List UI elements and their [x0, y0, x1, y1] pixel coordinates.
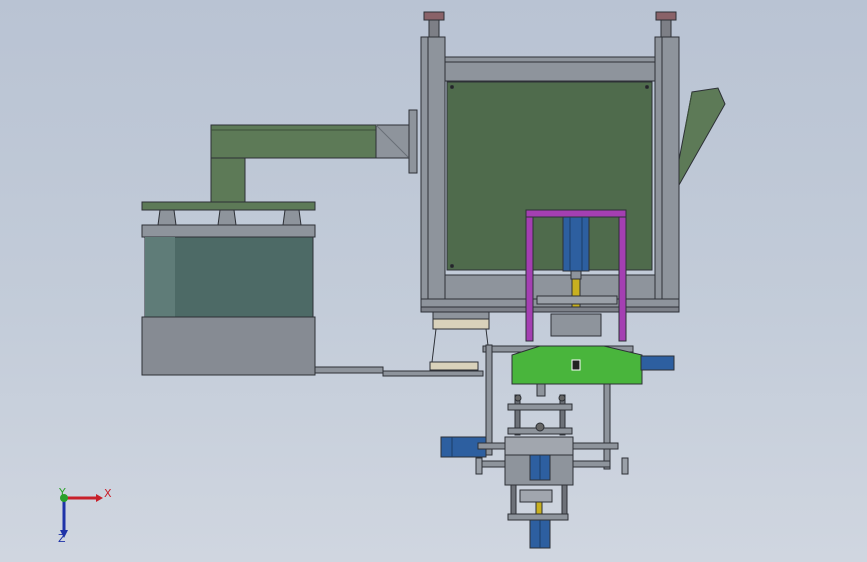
leveling-foot-right — [655, 11, 677, 21]
tan-block-upper — [432, 318, 490, 330]
frame-top-beam — [444, 56, 656, 82]
leveling-foot-left — [423, 11, 445, 21]
axis-y-label: Y — [58, 486, 66, 499]
axis-z-label: Z — [58, 532, 66, 545]
drum-top-plate — [141, 201, 316, 211]
drum-base — [141, 316, 316, 376]
punch-slide — [550, 313, 602, 337]
punch-cylinder — [562, 216, 590, 272]
tan-block-lower — [429, 361, 479, 371]
magenta-left-leg — [525, 216, 534, 342]
frame-post-left — [420, 36, 446, 313]
magenta-right-leg — [618, 216, 627, 342]
lower-mechanism — [429, 311, 675, 549]
drum-rim — [141, 224, 316, 238]
side-cylinder-right — [640, 355, 675, 371]
transfer-chute — [314, 366, 384, 374]
lower-rod — [535, 501, 543, 515]
side-hopper — [678, 87, 726, 187]
magenta-top-bar — [525, 209, 627, 218]
vertical-arm — [210, 157, 246, 204]
axis-triad[interactable]: X Y Z — [58, 486, 112, 545]
frame-post-right — [654, 36, 680, 313]
arm-flange — [408, 109, 418, 174]
cad-viewport[interactable]: X Y Z — [0, 0, 867, 562]
axis-x-label: X — [104, 487, 112, 500]
